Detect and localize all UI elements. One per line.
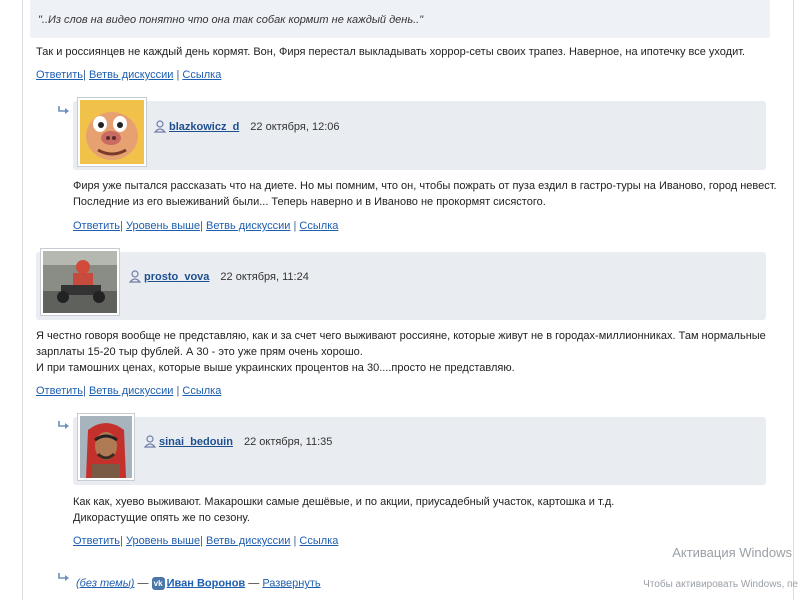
go-kart-driver-avatar xyxy=(43,251,117,313)
reply-link[interactable]: Ответить xyxy=(36,385,83,397)
reply-arrow-icon xyxy=(58,106,69,114)
permalink-link[interactable]: Ссылка xyxy=(299,220,338,232)
quote-text: "..Из слов на видео понятно что она так … xyxy=(38,14,424,26)
comment-actions: Ответить| Ветвь дискуссии | Ссылка xyxy=(36,69,222,81)
user-icon xyxy=(154,120,166,133)
reply-link[interactable]: Ответить xyxy=(73,220,120,232)
comment-text: Я честно говоря вообще не представляю, к… xyxy=(36,328,766,376)
collapsed-comment: (без темы) — vk Иван Воронов — Развернуть xyxy=(76,577,321,590)
thread-link[interactable]: Ветвь дискуссии xyxy=(89,385,173,397)
windows-activation-subtitle: Чтобы активировать Windows, пе xyxy=(643,579,798,590)
windows-activation-title: Активация Windows xyxy=(672,545,792,560)
thread-link[interactable]: Ветвь дискуссии xyxy=(206,220,290,232)
comment-header xyxy=(73,101,766,170)
avatar[interactable] xyxy=(77,413,135,481)
comment-line: Фиря уже пытался рассказать что на диете… xyxy=(73,180,777,192)
comment-text: Так и россиянцев не каждый день кормят. … xyxy=(36,44,745,60)
username-link[interactable]: sinai_bedouin xyxy=(159,436,233,448)
comment-line: Так и россиянцев не каждый день кормят. … xyxy=(36,46,746,58)
comment-text: Как как, хуево выживают. Макарошки самые… xyxy=(73,494,614,526)
separator: — xyxy=(137,577,149,590)
username-link[interactable]: blazkowicz_d xyxy=(169,121,239,133)
reply-link[interactable]: Ответить xyxy=(73,535,120,547)
avatar[interactable] xyxy=(40,248,120,316)
comment-line: Я честно говоря вообще не представляю, к… xyxy=(36,330,766,342)
comment-date: 22 октября, 12:06 xyxy=(250,120,340,133)
comment-actions: Ответить| Уровень выше| Ветвь дискуссии … xyxy=(73,535,339,547)
parent-link[interactable]: Уровень выше xyxy=(126,220,200,232)
comment-header xyxy=(36,252,766,320)
comment-actions: Ответить| Уровень выше| Ветвь дискуссии … xyxy=(73,220,339,232)
comment-line: И при тамошних ценах, которые выше украи… xyxy=(36,362,515,374)
comment-line: Последние из его выеживаний были... Тепе… xyxy=(73,196,546,208)
comment-line: зарплаты 15-20 тыр фублей. А 30 - это уж… xyxy=(36,346,363,358)
comment-date: 22 октября, 11:24 xyxy=(220,270,309,283)
subject-link[interactable]: (без темы) xyxy=(76,577,134,589)
man-in-red-keffiyeh-avatar xyxy=(80,416,132,478)
cartoon-pig-face-avatar xyxy=(80,100,144,164)
comment-author: prosto_vova 22 октября, 11:24 xyxy=(129,270,309,283)
permalink-link[interactable]: Ссылка xyxy=(182,385,221,397)
comment-text: Фиря уже пытался рассказать что на диете… xyxy=(73,178,777,210)
reply-arrow-icon xyxy=(58,421,69,429)
thread-link[interactable]: Ветвь дискуссии xyxy=(206,535,290,547)
user-icon xyxy=(144,435,156,448)
permalink-link[interactable]: Ссылка xyxy=(299,535,338,547)
author-link[interactable]: Иван Воронов xyxy=(167,577,246,589)
thread-link[interactable]: Ветвь дискуссии xyxy=(89,69,173,81)
comment-line: Как как, хуево выживают. Макарошки самые… xyxy=(73,496,615,508)
avatar[interactable] xyxy=(77,97,147,167)
separator: — xyxy=(248,577,260,590)
comment-date: 22 октября, 11:35 xyxy=(243,435,333,448)
username-link[interactable]: prosto_vova xyxy=(144,271,209,283)
expand-link[interactable]: Развернуть xyxy=(262,577,320,589)
comment-author: blazkowicz_d 22 октября, 12:06 xyxy=(154,120,340,133)
reply-link[interactable]: Ответить xyxy=(36,69,83,81)
permalink-link[interactable]: Ссылка xyxy=(182,69,221,81)
parent-link[interactable]: Уровень выше xyxy=(126,535,200,547)
comment-actions: Ответить| Ветвь дискуссии | Ссылка xyxy=(36,385,222,397)
comment-header xyxy=(73,417,766,485)
reply-arrow-icon xyxy=(58,573,69,581)
comment-author: sinai_bedouin 22 октября, 11:35 xyxy=(144,435,332,448)
user-icon xyxy=(129,270,141,283)
comment-line: Дикорастущие опять же по сезону. xyxy=(73,512,250,524)
vk-icon: vk xyxy=(151,577,165,590)
